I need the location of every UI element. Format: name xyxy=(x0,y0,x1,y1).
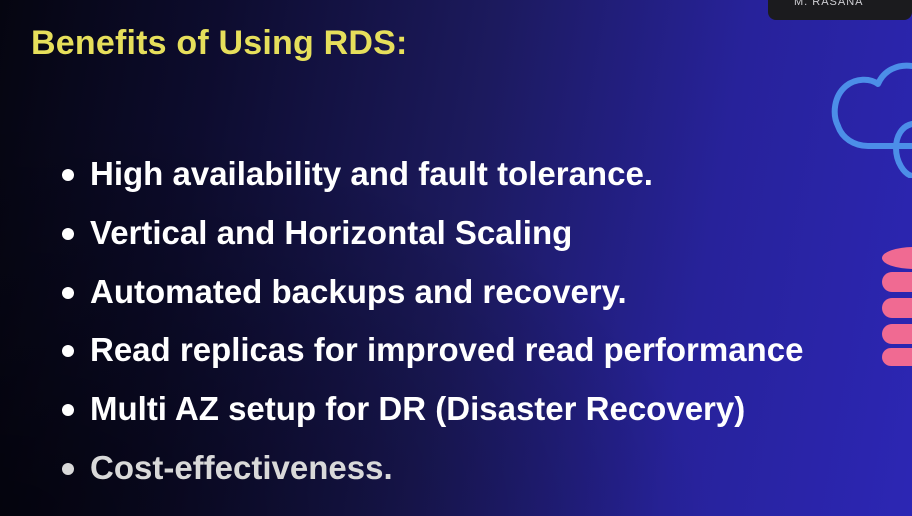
bullet-item: Multi AZ setup for DR (Disaster Recovery… xyxy=(62,387,803,446)
bullet-dot xyxy=(62,345,74,358)
bullet-item: Read replicas for improved read performa… xyxy=(62,328,803,387)
bullet-dot xyxy=(62,227,74,240)
bullet-text: Automated backups and recovery. xyxy=(90,272,627,310)
bullet-text: Read replicas for improved read performa… xyxy=(90,331,804,369)
bullet-dot xyxy=(62,286,74,299)
bullet-dot xyxy=(62,462,74,475)
bullet-text: High availability and fault tolerance. xyxy=(90,155,653,192)
bullet-dot xyxy=(62,404,74,417)
bullet-text: Vertical and Horizontal Scaling xyxy=(90,213,573,251)
database-icon xyxy=(882,247,912,366)
bullet-item: High availability and fault tolerance. xyxy=(62,152,803,211)
benefits-list: High availability and fault tolerance. V… xyxy=(62,152,803,505)
bullet-item: Cost-effectiveness. xyxy=(62,446,803,505)
bullet-text: Cost-effectiveness. xyxy=(90,448,393,486)
cloud-icon xyxy=(831,62,912,178)
slide-title: Benefits of Using RDS: xyxy=(31,24,408,62)
top-right-tab-text: M. RASANA xyxy=(794,0,864,8)
bullet-item: Automated backups and recovery. xyxy=(62,270,803,329)
bullet-dot xyxy=(62,169,74,181)
top-right-tab: M. RASANA xyxy=(768,0,912,20)
bullet-item: Vertical and Horizontal Scaling xyxy=(62,211,803,270)
bullet-text: Multi AZ setup for DR (Disaster Recovery… xyxy=(90,390,746,428)
